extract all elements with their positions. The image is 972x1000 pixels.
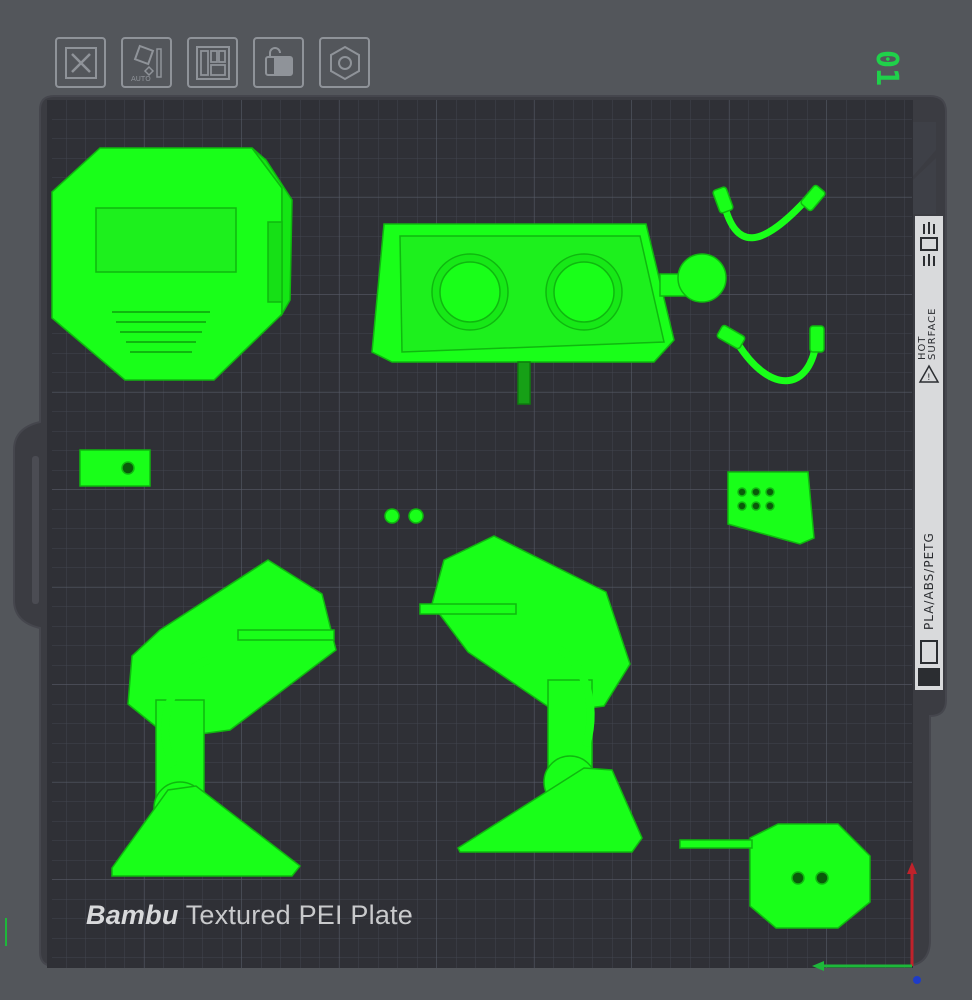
model-peg[interactable] bbox=[408, 508, 424, 524]
plate-handle bbox=[32, 456, 39, 604]
plate-label: HOT SURFACE PLA/ABS/PETG bbox=[917, 218, 942, 688]
build-plate[interactable]: ! bbox=[0, 0, 972, 1000]
surface-label: SURFACE bbox=[927, 307, 938, 360]
materials-label: PLA/ABS/PETG bbox=[922, 532, 936, 630]
model-small-block[interactable] bbox=[79, 449, 151, 487]
plate-title-text: Textured PEI Plate bbox=[178, 900, 413, 930]
plate-title: Bambu Textured PEI Plate bbox=[86, 900, 413, 934]
plate-title-brand: Bambu bbox=[86, 900, 179, 930]
model-peg[interactable] bbox=[384, 508, 400, 524]
